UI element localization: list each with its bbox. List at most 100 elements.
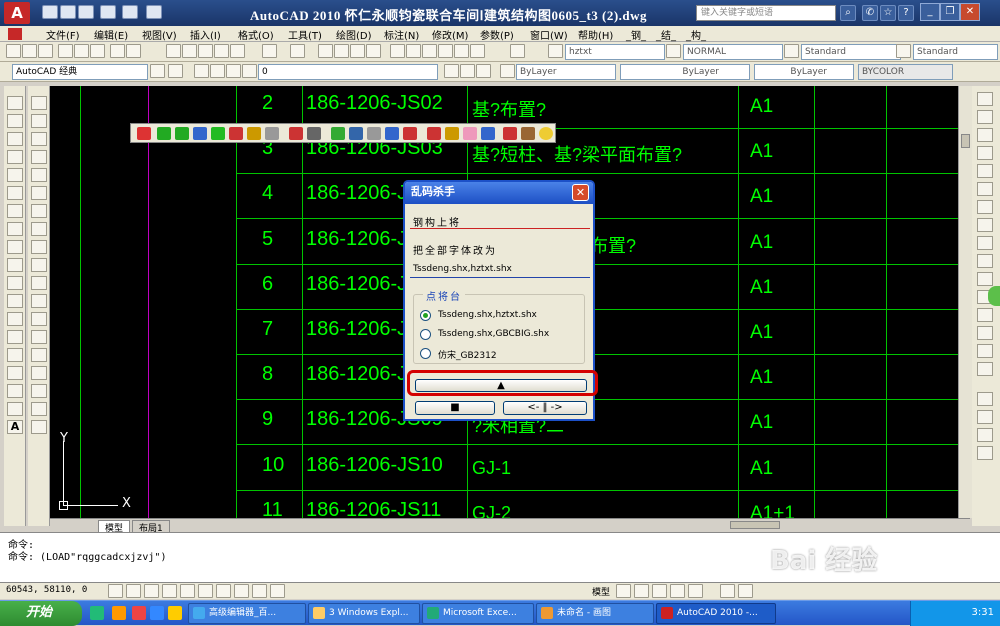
horizontal-scroll-thumb[interactable]: [730, 521, 780, 529]
tool-palettes-icon[interactable]: [422, 44, 437, 58]
layer-state-icon[interactable]: [476, 64, 491, 78]
text-style-select[interactable]: hztxt: [565, 44, 665, 60]
magnifier-icon[interactable]: [427, 127, 441, 140]
gradient-icon[interactable]: [7, 366, 23, 380]
help-search-input[interactable]: 键入关键字或短语: [696, 5, 836, 21]
layer-iso-icon[interactable]: [977, 392, 993, 406]
scissors-icon[interactable]: [367, 127, 381, 140]
annotation-visibility-icon[interactable]: [738, 584, 753, 598]
dim-style-icon[interactable]: [666, 44, 681, 58]
number-seven-icon[interactable]: [193, 127, 207, 140]
sheet-set-icon[interactable]: [438, 44, 453, 58]
join-icon[interactable]: [31, 312, 47, 326]
arc-icon[interactable]: [7, 186, 23, 200]
quick-calc-icon[interactable]: [470, 44, 485, 58]
offset-icon[interactable]: [31, 150, 47, 164]
taskbar-item-paint[interactable]: 未命名 - 画图: [536, 603, 654, 624]
search-icon[interactable]: ⌕: [840, 5, 856, 21]
taskbar-item-autocad[interactable]: AutoCAD 2010 -...: [656, 603, 776, 624]
communication-center-icon[interactable]: ✆: [862, 5, 878, 21]
help-toolbar-icon[interactable]: [510, 44, 525, 58]
layer-previous-icon[interactable]: [460, 64, 475, 78]
checkmark-icon[interactable]: [175, 127, 189, 140]
dim-linear-icon[interactable]: [977, 92, 993, 106]
zoom-status-icon[interactable]: [652, 584, 667, 598]
dim-baseline-icon[interactable]: [977, 254, 993, 268]
fillet-icon[interactable]: [31, 348, 47, 362]
array-icon[interactable]: [31, 168, 47, 182]
hatch-icon[interactable]: [7, 348, 23, 362]
layer-color-icon[interactable]: [242, 64, 257, 78]
side-widget-icon[interactable]: [988, 286, 1000, 306]
table-style-icon[interactable]: [784, 44, 799, 58]
color-select[interactable]: ByLayer: [516, 64, 616, 80]
info-icon[interactable]: [229, 127, 243, 140]
scroll-thumb[interactable]: [961, 134, 970, 148]
lock-icon[interactable]: [226, 64, 241, 78]
plot-icon[interactable]: [58, 44, 73, 58]
stamp-icon[interactable]: [403, 127, 417, 140]
edit-spline-icon[interactable]: [31, 402, 47, 416]
quicklaunch-icon[interactable]: [132, 606, 146, 620]
open-file-icon[interactable]: [60, 5, 76, 19]
cut-icon[interactable]: [166, 44, 181, 58]
font-option-radio-3[interactable]: [420, 348, 431, 359]
tag-icon[interactable]: [503, 127, 517, 140]
center-mark-icon[interactable]: [977, 344, 993, 358]
start-button[interactable]: 开始: [0, 601, 82, 626]
undo-toolbar-icon[interactable]: [262, 44, 277, 58]
dim-break-icon[interactable]: [977, 308, 993, 322]
save-icon[interactable]: [78, 5, 94, 19]
layer-freeze-icon[interactable]: [977, 446, 993, 460]
revcloud-icon[interactable]: [7, 222, 23, 236]
quick-properties-icon[interactable]: [270, 584, 285, 598]
taskbar-item-explorer[interactable]: 3 Windows Expl...: [308, 603, 420, 624]
font-option-label-1[interactable]: Tssdeng.shx,hztxt.shx: [438, 310, 537, 320]
dim-aligned-icon[interactable]: [977, 110, 993, 124]
spline-icon[interactable]: [7, 240, 23, 254]
plotstyle-select[interactable]: BYCOLOR: [858, 64, 953, 80]
break-icon[interactable]: [31, 294, 47, 308]
dim-radius-icon[interactable]: [977, 164, 993, 178]
help-icon[interactable]: ?: [898, 5, 914, 21]
undo-icon[interactable]: [100, 5, 116, 19]
copy-icon[interactable]: [182, 44, 197, 58]
smiley-icon[interactable]: [539, 127, 553, 140]
menu-help[interactable]: 帮助(H): [578, 27, 613, 42]
favorites-star-icon[interactable]: ☆: [880, 5, 896, 21]
design-center-icon[interactable]: [406, 44, 421, 58]
menu-modify[interactable]: 修改(M): [432, 27, 468, 42]
stop-button[interactable]: ■: [415, 401, 495, 415]
quicklaunch-icon[interactable]: [150, 606, 164, 620]
font-option-radio-2[interactable]: [420, 329, 431, 340]
ortho-mode-icon[interactable]: [144, 584, 159, 598]
layer-select[interactable]: 0: [258, 64, 438, 80]
open-icon[interactable]: [22, 44, 37, 58]
taskbar-item-editor[interactable]: 高级编辑器_百...: [188, 603, 306, 624]
osnap-tracking-icon[interactable]: [198, 584, 213, 598]
text-style-icon[interactable]: [548, 44, 563, 58]
quick-dim-icon[interactable]: [977, 236, 993, 250]
mleader-style-select[interactable]: Standard: [913, 44, 998, 60]
workspace-settings-icon[interactable]: [150, 64, 165, 78]
menu-struct[interactable]: _结_: [656, 27, 676, 42]
lineweight-select[interactable]: ByLayer: [754, 64, 854, 80]
quicklaunch-icon[interactable]: [168, 606, 182, 620]
menu-dimension[interactable]: 标注(N): [384, 27, 419, 42]
paste-icon[interactable]: [198, 44, 213, 58]
stack-icon[interactable]: [445, 127, 459, 140]
lineweight-toggle-icon[interactable]: [252, 584, 267, 598]
object-snap-icon[interactable]: [180, 584, 195, 598]
dim-diameter-icon[interactable]: [977, 200, 993, 214]
menu-format[interactable]: 格式(O): [238, 27, 274, 42]
print-icon[interactable]: [146, 5, 162, 19]
menu-parametric[interactable]: 参数(P): [480, 27, 514, 42]
region-icon[interactable]: [7, 384, 23, 398]
layer-uniso-icon[interactable]: [977, 410, 993, 424]
ninety-nine-icon[interactable]: [247, 127, 261, 140]
menu-edit[interactable]: 编辑(E): [94, 27, 128, 42]
rectangle-icon[interactable]: [7, 168, 23, 182]
insert-block-icon[interactable]: [7, 294, 23, 308]
zoom-previous-icon[interactable]: [366, 44, 381, 58]
copy-object-icon[interactable]: [31, 114, 47, 128]
